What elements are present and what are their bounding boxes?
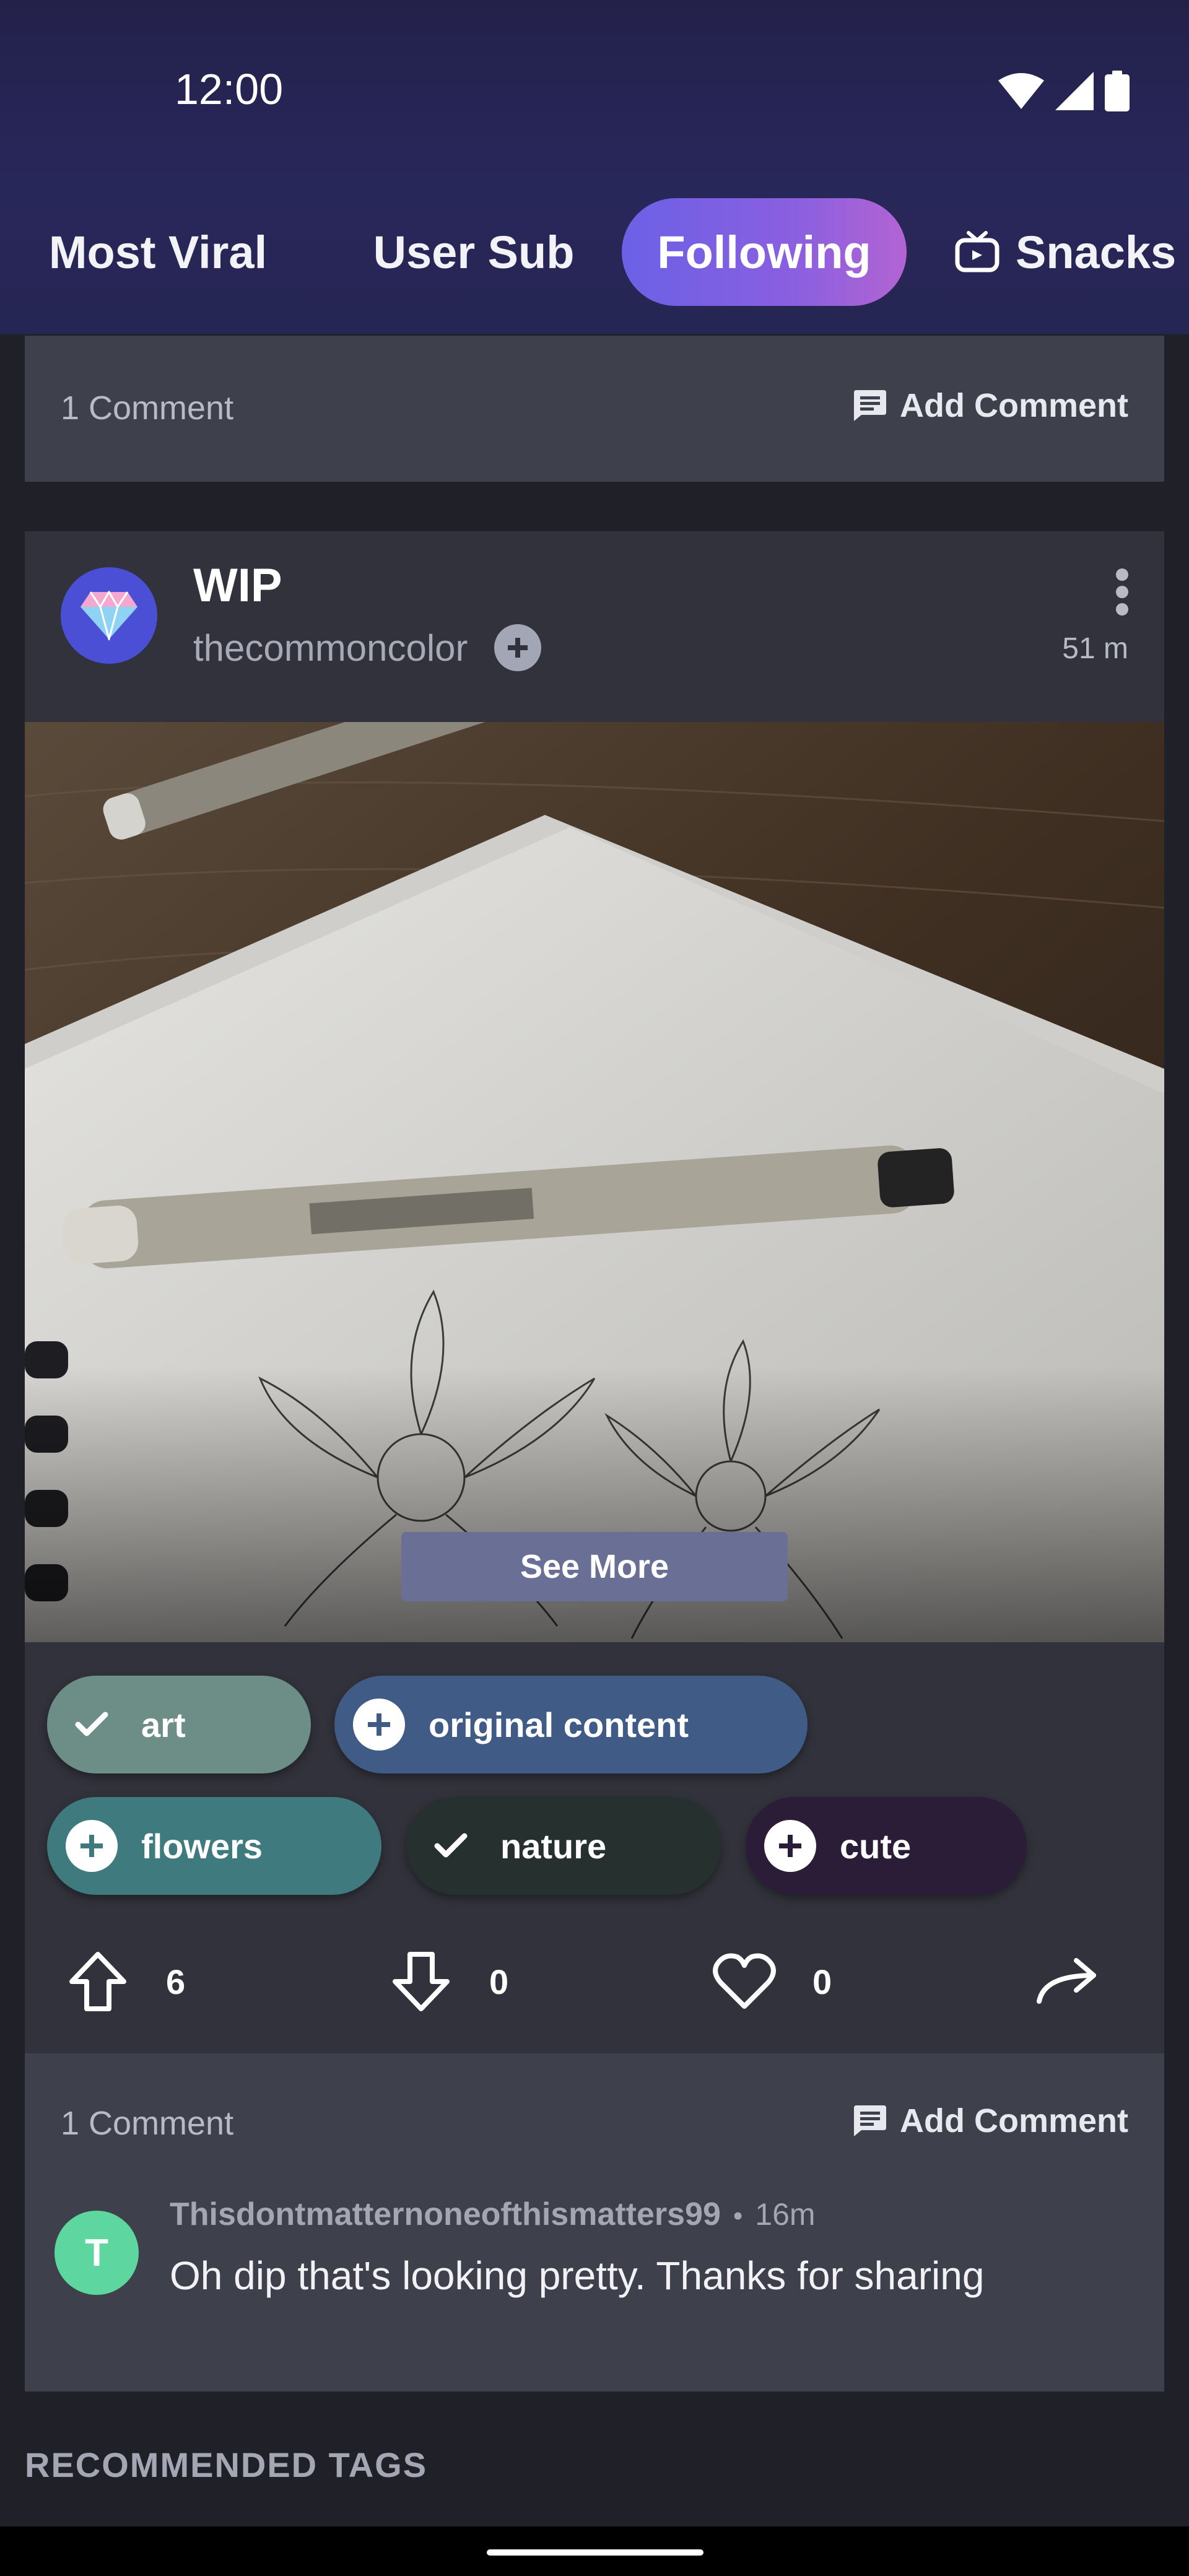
tab-snacks[interactable]: Snacks [954, 198, 1189, 306]
tag-nature[interactable]: nature [406, 1797, 721, 1895]
check-icon [425, 1820, 477, 1872]
plus-icon [507, 638, 528, 658]
tag-label: original content [429, 1705, 689, 1744]
commenter-avatar[interactable]: T [54, 2211, 139, 2295]
add-comment-label: Add Comment [900, 387, 1128, 424]
signal-icon [1055, 72, 1094, 110]
tag-label: nature [500, 1826, 607, 1866]
recommended-tags-heading: RECOMMENDED TAGS [25, 2445, 428, 2484]
post-image[interactable]: See More [25, 722, 1164, 1642]
home-gesture-handle[interactable] [487, 2549, 703, 2556]
tag-flowers[interactable]: flowers [47, 1797, 381, 1895]
tag-cute[interactable]: cute [746, 1797, 1027, 1895]
check-icon [66, 1699, 118, 1751]
post-author[interactable]: thecommoncolor [193, 627, 468, 669]
tag-art[interactable]: art [47, 1676, 311, 1773]
status-time: 12:00 [175, 65, 284, 113]
tab-label: User Sub [373, 226, 575, 278]
diamond-icon [81, 591, 137, 640]
add-comment-label: Add Comment [900, 2102, 1128, 2139]
comment-count: 1 Comment [61, 389, 234, 427]
plus-circle-icon [353, 1699, 405, 1751]
favorite-button[interactable]: 0 [712, 1938, 832, 2025]
comment-icon [854, 390, 887, 421]
comment-text: Oh dip that's looking pretty. Thanks for… [170, 2253, 985, 2298]
see-more-button[interactable]: See More [401, 1532, 788, 1601]
wifi-icon [998, 73, 1044, 109]
tab-label: Snacks [1016, 226, 1177, 278]
tag-label: cute [840, 1826, 912, 1866]
app-header: 12:00 Most Viral User Sub Following Snac… [0, 0, 1189, 334]
meta-separator: • [733, 2201, 743, 2231]
share-button[interactable] [1035, 1938, 1100, 2025]
post-image-artwork [25, 722, 1164, 1642]
post-author-row: thecommoncolor [193, 624, 541, 671]
follow-user-button[interactable] [494, 624, 541, 671]
downvote-count: 0 [489, 1962, 509, 2001]
tv-icon [955, 231, 1000, 272]
favorite-count: 0 [812, 1962, 832, 2001]
heart-icon [713, 1953, 776, 2009]
upvote-button[interactable]: 6 [66, 1938, 185, 2025]
tag-label: art [141, 1705, 186, 1744]
comment-username[interactable]: Thisdontmatternoneofthismatters99 [170, 2196, 721, 2233]
previous-post-comment-bar: 1 Comment Add Comment [25, 336, 1164, 482]
comment-icon [854, 2105, 887, 2136]
upvote-count: 6 [166, 1962, 186, 2001]
tab-most-viral[interactable]: Most Viral [37, 198, 279, 306]
tab-following[interactable]: Following [622, 198, 907, 306]
poster-avatar[interactable] [61, 567, 157, 664]
plus-circle-icon [66, 1820, 118, 1872]
post-comments: 1 Comment Add Comment T Thisdontmatterno… [25, 2053, 1164, 2391]
feed-tabs: Most Viral User Sub Following Snacks [0, 198, 1189, 316]
arrow-up-icon [69, 1952, 126, 2011]
tag-label: flowers [141, 1826, 263, 1866]
arrow-down-icon [393, 1952, 450, 2011]
tab-user-sub[interactable]: User Sub [347, 198, 601, 306]
post-title[interactable]: WIP [193, 559, 282, 612]
comment-meta: Thisdontmatternoneofthismatters99 • 16m [170, 2196, 816, 2233]
add-comment-button[interactable]: Add Comment [854, 2102, 1128, 2140]
battery-icon [1105, 71, 1130, 111]
tab-label: Most Viral [48, 226, 268, 278]
comment-count: 1 Comment [61, 2105, 234, 2142]
post-card: WIP thecommoncolor 51 m See More art ori… [25, 531, 1164, 2055]
tab-label: Following [657, 226, 871, 278]
avatar-letter: T [85, 2231, 108, 2274]
comment-item: T Thisdontmatternoneofthismatters99 • 16… [25, 2196, 1164, 2320]
add-comment-button[interactable]: Add Comment [854, 386, 1128, 425]
post-time: 51 m [1062, 632, 1128, 665]
status-icons [998, 69, 1136, 113]
comment-time: 16m [755, 2197, 816, 2232]
plus-circle-icon [764, 1820, 816, 1872]
downvote-button[interactable]: 0 [389, 1938, 508, 2025]
more-options-icon[interactable] [1115, 568, 1130, 618]
share-arrow-icon [1037, 1958, 1096, 2004]
tag-original-content[interactable]: original content [334, 1676, 808, 1773]
